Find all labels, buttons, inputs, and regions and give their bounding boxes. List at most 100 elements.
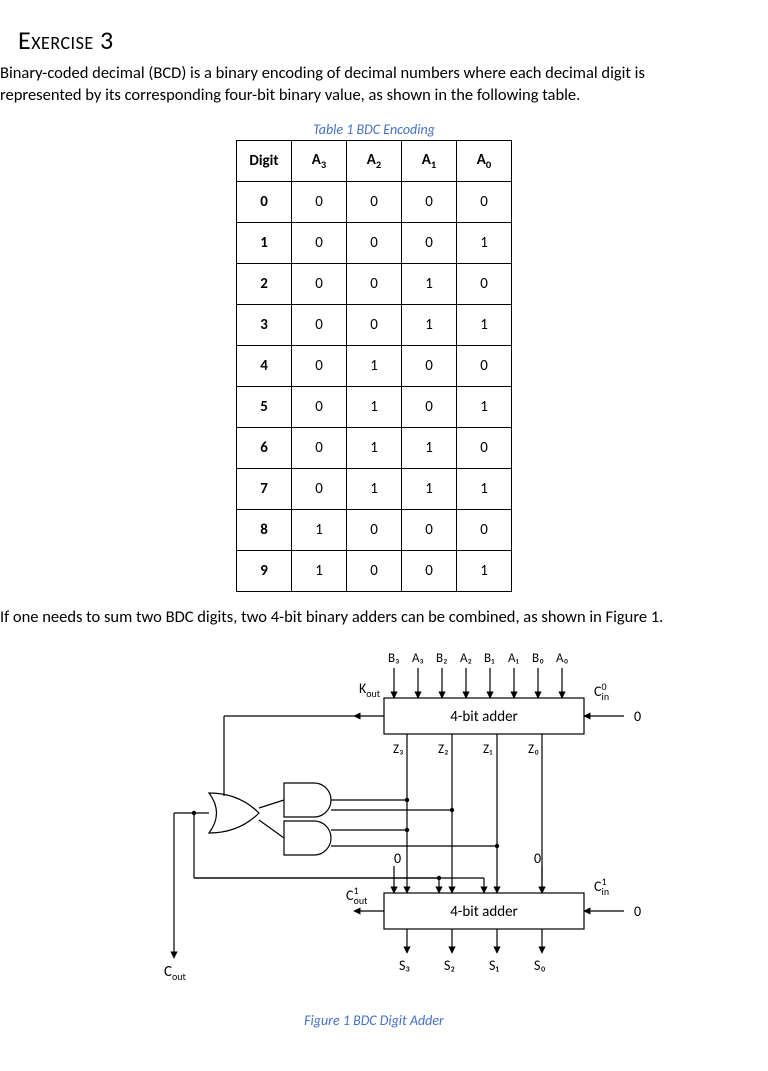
table-caption: Table 1 BDC Encoding xyxy=(0,121,748,138)
cout-label: Cout xyxy=(164,963,187,983)
cell-a0: 1 xyxy=(457,550,512,591)
table-row: 00000 xyxy=(237,181,512,222)
cell-a0: 1 xyxy=(457,222,512,263)
cell-a0: 0 xyxy=(457,345,512,386)
cell-a3: 0 xyxy=(292,222,347,263)
cell-a3: 0 xyxy=(292,263,347,304)
top-adder-label: 4-bit adder xyxy=(450,708,518,726)
kout-label: Kout xyxy=(359,680,381,700)
cell-a1: 1 xyxy=(402,304,457,345)
cell-a1: 0 xyxy=(402,550,457,591)
cell-a2: 0 xyxy=(347,181,402,222)
cell-a2: 1 xyxy=(347,468,402,509)
cell-a2: 0 xyxy=(347,263,402,304)
cell-a2: 1 xyxy=(347,427,402,468)
cell-digit: 0 xyxy=(237,181,292,222)
paragraph-1: Binary-coded decimal (BCD) is a binary e… xyxy=(0,62,728,107)
cin1-zero: 0 xyxy=(634,903,641,920)
table-row: 20010 xyxy=(237,263,512,304)
table-row: 10001 xyxy=(237,222,512,263)
cell-digit: 8 xyxy=(237,509,292,550)
table-row: 50101 xyxy=(237,386,512,427)
col-a3: A3 xyxy=(292,140,347,181)
table-header-row: Digit A3 A2 A1 A0 xyxy=(237,140,512,181)
cell-a2: 1 xyxy=(347,386,402,427)
bottom-adder-label: 4-bit adder xyxy=(450,903,518,921)
cell-a0: 1 xyxy=(457,304,512,345)
z-label: Z₀ xyxy=(528,742,539,757)
cell-digit: 3 xyxy=(237,304,292,345)
cell-a1: 0 xyxy=(402,345,457,386)
cell-a3: 0 xyxy=(292,304,347,345)
cin0-label: C0in xyxy=(594,680,609,703)
s-label: S₂ xyxy=(444,957,455,974)
table-row: 91001 xyxy=(237,550,512,591)
table-row: 70111 xyxy=(237,468,512,509)
cell-a1: 1 xyxy=(402,263,457,304)
table-row: 60110 xyxy=(237,427,512,468)
top-input-label: A₂ xyxy=(460,651,472,666)
top-input-label: B₀ xyxy=(532,651,544,666)
col-a2: A2 xyxy=(347,140,402,181)
cell-a0: 0 xyxy=(457,181,512,222)
bcd-adder-diagram: 4-bit adder B₃A₃B₂A₂B₁A₁B₀A₀ Kout C0in 0… xyxy=(94,638,654,998)
top-input-label: B₁ xyxy=(484,651,495,666)
cell-a3: 1 xyxy=(292,550,347,591)
cell-digit: 7 xyxy=(237,468,292,509)
cell-a0: 1 xyxy=(457,386,512,427)
and-gate-1 xyxy=(284,783,331,817)
cout1-label: C1out xyxy=(346,884,368,907)
cin0-zero: 0 xyxy=(634,708,641,725)
cell-digit: 6 xyxy=(237,427,292,468)
cell-a1: 1 xyxy=(402,427,457,468)
cell-a3: 0 xyxy=(292,386,347,427)
cell-digit: 1 xyxy=(237,222,292,263)
col-a1: A1 xyxy=(402,140,457,181)
cell-a3: 0 xyxy=(292,468,347,509)
s-label: S₃ xyxy=(399,957,410,974)
col-digit: Digit xyxy=(237,140,292,181)
cell-a2: 0 xyxy=(347,304,402,345)
cell-a0: 0 xyxy=(457,427,512,468)
s-label: S₀ xyxy=(534,957,546,974)
cell-a0: 1 xyxy=(457,468,512,509)
and-gate-2 xyxy=(284,821,331,855)
top-input-label: A₀ xyxy=(556,651,569,666)
cell-digit: 4 xyxy=(237,345,292,386)
cell-a3: 0 xyxy=(292,181,347,222)
cell-digit: 9 xyxy=(237,550,292,591)
cell-a1: 0 xyxy=(402,222,457,263)
cell-digit: 2 xyxy=(237,263,292,304)
cell-a1: 0 xyxy=(402,386,457,427)
cell-a2: 0 xyxy=(347,509,402,550)
cell-a3: 1 xyxy=(292,509,347,550)
cell-a3: 0 xyxy=(292,427,347,468)
z-label: Z₁ xyxy=(483,742,493,757)
cell-a1: 0 xyxy=(402,509,457,550)
zero-right: 0 xyxy=(534,850,541,867)
top-input-label: B₃ xyxy=(388,651,399,666)
s-label: S₁ xyxy=(489,957,499,974)
cell-a2: 1 xyxy=(347,345,402,386)
cell-a0: 0 xyxy=(457,263,512,304)
or-gate xyxy=(209,793,259,833)
cell-a3: 0 xyxy=(292,345,347,386)
bcd-table: Digit A3 A2 A1 A0 0000010001200103001140… xyxy=(236,140,512,592)
exercise-title: Exercise 3 xyxy=(18,24,748,56)
cell-a2: 0 xyxy=(347,222,402,263)
top-input-label: B₂ xyxy=(436,651,447,666)
cell-a1: 0 xyxy=(402,181,457,222)
z-label: Z₂ xyxy=(438,742,448,757)
table-row: 40100 xyxy=(237,345,512,386)
cell-a0: 0 xyxy=(457,509,512,550)
table-row: 30011 xyxy=(237,304,512,345)
col-a0: A0 xyxy=(457,140,512,181)
zero-left: 0 xyxy=(394,850,401,867)
paragraph-2: If one needs to sum two BDC digits, two … xyxy=(0,606,728,628)
figure-caption: Figure 1 BDC Digit Adder xyxy=(0,1012,748,1029)
table-row: 81000 xyxy=(237,509,512,550)
cell-digit: 5 xyxy=(237,386,292,427)
cin1-label: C1in xyxy=(594,875,609,898)
z-label: Z₃ xyxy=(393,742,403,757)
top-input-label: A₃ xyxy=(412,651,424,666)
